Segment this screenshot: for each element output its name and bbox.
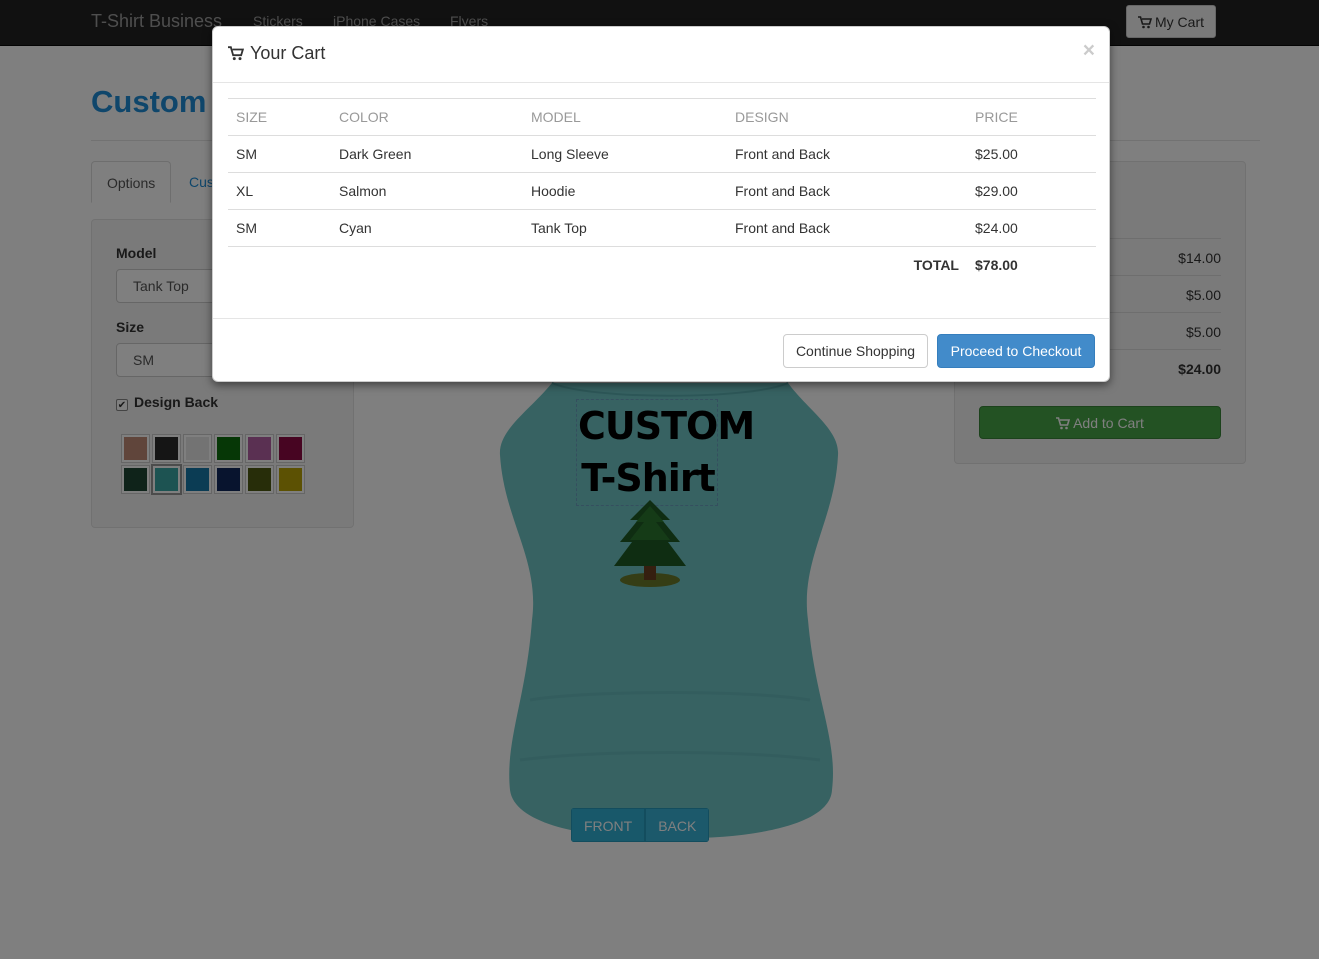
table-header-row: SIZE COLOR MODEL DESIGN PRICE <box>228 98 1096 136</box>
cell-model: Hoodie <box>523 172 727 210</box>
cell-price: $25.00 <box>967 135 1096 173</box>
cart-modal: Your Cart × SIZE COLOR MODEL DESIGN PRIC… <box>212 26 1110 382</box>
modal-footer: Continue Shopping Proceed to Checkout <box>213 318 1109 382</box>
cell-size: SM <box>228 209 331 247</box>
cell-color: Cyan <box>331 209 523 247</box>
table-row: XL Salmon Hoodie Front and Back $29.00 <box>228 172 1096 210</box>
cell-model: Tank Top <box>523 209 727 247</box>
cell-size: XL <box>228 172 331 210</box>
cell-design: Front and Back <box>727 209 967 247</box>
modal-header: Your Cart × <box>213 27 1109 83</box>
cell-design: Front and Back <box>727 172 967 210</box>
cell-size: SM <box>228 135 331 173</box>
column-header-price: PRICE <box>967 98 1096 136</box>
proceed-to-checkout-button[interactable]: Proceed to Checkout <box>937 334 1095 368</box>
total-label: TOTAL <box>228 246 967 284</box>
modal-title: Your Cart <box>228 43 325 66</box>
cell-color: Salmon <box>331 172 523 210</box>
column-header-model: MODEL <box>523 98 727 136</box>
total-row: TOTAL $78.00 <box>228 246 1096 284</box>
cart-icon <box>228 45 245 66</box>
cell-color: Dark Green <box>331 135 523 173</box>
table-row: SM Dark Green Long Sleeve Front and Back… <box>228 135 1096 173</box>
cell-price: $24.00 <box>967 209 1096 247</box>
close-icon[interactable]: × <box>1083 39 1095 63</box>
continue-shopping-button[interactable]: Continue Shopping <box>783 334 928 368</box>
column-header-size: SIZE <box>228 98 331 136</box>
cell-model: Long Sleeve <box>523 135 727 173</box>
cart-table: SIZE COLOR MODEL DESIGN PRICE SM Dark Gr… <box>228 98 1096 284</box>
modal-title-text: Your Cart <box>250 43 326 63</box>
cell-design: Front and Back <box>727 135 967 173</box>
column-header-design: DESIGN <box>727 98 967 136</box>
table-row: SM Cyan Tank Top Front and Back $24.00 <box>228 209 1096 247</box>
total-value: $78.00 <box>967 246 1096 284</box>
cell-price: $29.00 <box>967 172 1096 210</box>
column-header-color: COLOR <box>331 98 523 136</box>
